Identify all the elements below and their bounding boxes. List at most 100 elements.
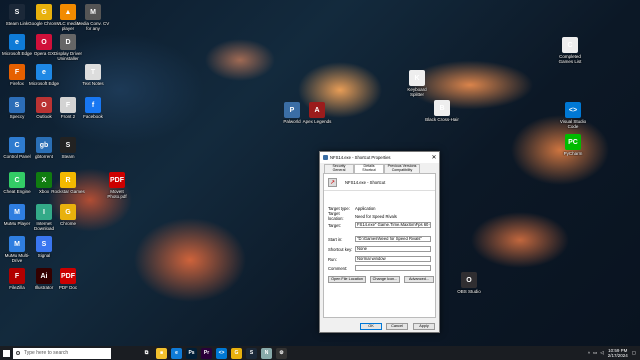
desktop-icon-label: Rockstar Games <box>51 189 85 194</box>
tab-row-top: Security General Details Shortcut Previous… <box>320 164 439 173</box>
comment-input[interactable] <box>355 265 431 271</box>
shortcut-key-input[interactable]: None <box>355 246 431 252</box>
start-in-input[interactable]: "D:\Games\Need for Speed Rivals" <box>355 236 431 242</box>
search-placeholder: Type here to search <box>24 350 69 356</box>
desktop-icon[interactable]: f Facebook <box>76 97 110 119</box>
advanced-button[interactable]: Advanced... <box>404 276 434 283</box>
desktop-icon[interactable]: B Black Cross-Hair <box>425 100 459 122</box>
desktop-icon-label: PyCharm <box>563 151 583 156</box>
desktop-icon-label: Apex Legends <box>302 119 332 124</box>
shortcut-icon <box>323 155 328 160</box>
desktop-icon[interactable]: PC PyCharm <box>556 134 590 156</box>
app-icon: F <box>9 64 25 80</box>
app-icon: P <box>284 102 300 118</box>
app-icon: R <box>60 172 76 188</box>
desktop-icon[interactable]: R Rockstar Games <box>51 172 85 194</box>
target-input[interactable]: FS14.exe" Game.Time.MaxSimFps 60 Game.Ti… <box>355 222 431 228</box>
desktop-icon[interactable]: D Display Driver Uninstaller <box>51 34 85 61</box>
notifications-icon[interactable]: ▢ <box>632 350 636 356</box>
app-icon: G <box>36 4 52 20</box>
nfs-app-icon: ↗ <box>328 178 337 187</box>
ok-button[interactable]: OK <box>360 323 382 330</box>
app-icon: <> <box>565 102 581 118</box>
edge-icon[interactable]: e <box>171 347 182 359</box>
run-select[interactable]: Normal window <box>355 256 431 262</box>
app-icon: S <box>60 137 76 153</box>
desktop-icon[interactable]: T Text Notes <box>76 64 110 86</box>
app-icon: C <box>562 37 578 53</box>
app-icon: F <box>60 97 76 113</box>
app-icon: f <box>85 97 101 113</box>
dialog-titlebar[interactable]: NFS14.exe - Shortcut Properties ✕ <box>320 152 439 163</box>
app-icon: I <box>36 204 52 220</box>
desktop-icon[interactable]: K Keyboard Splitter <box>400 70 434 97</box>
desktop-icon-label: Microsoft Edge <box>28 81 59 86</box>
desktop-icon-label: Text Notes <box>82 81 104 86</box>
desktop-icon[interactable]: M Media Conv. CV for any <box>76 4 110 31</box>
desktop-icon[interactable]: A Apex Legends <box>300 102 334 124</box>
app-icon: M <box>9 236 25 252</box>
app-icon: D <box>60 34 76 50</box>
desktop-icon[interactable]: S Signal <box>27 236 61 258</box>
desktop-icon[interactable]: S Steam <box>51 137 85 159</box>
desktop-icon[interactable]: G Chrome <box>51 204 85 226</box>
network-icon[interactable]: ▭ <box>593 350 597 356</box>
app-icon: ▲ <box>60 4 76 20</box>
desktop-icon[interactable]: <> Visual Studio Code <box>556 102 590 129</box>
app-icon: M <box>85 4 101 20</box>
app-icon: PDF <box>60 268 76 284</box>
clock[interactable]: 10:59 PM 2/17/2024 <box>608 348 628 358</box>
app-icon: e <box>36 64 52 80</box>
close-icon[interactable]: ✕ <box>429 152 439 163</box>
file-header: ↗ NFS14.exe - Shortcut <box>324 174 435 191</box>
shortcut-properties-dialog: NFS14.exe - Shortcut Properties ✕ Securi… <box>319 151 440 333</box>
desktop-icon[interactable]: PDF MoveIt Photo.pdf <box>100 172 134 199</box>
desktop-icon-label: Completed Games List <box>558 54 582 64</box>
desktop-icon-label: PDF Doc <box>58 285 78 290</box>
start-button[interactable] <box>0 346 12 360</box>
app-icon: O <box>36 34 52 50</box>
app-icon: G <box>60 204 76 220</box>
vscode-icon[interactable]: <> <box>216 347 227 359</box>
start-in-row: Start in: "D:\Games\Need for Speed Rival… <box>328 236 431 242</box>
tab-security[interactable]: Security General <box>324 164 354 173</box>
file-explorer-icon[interactable]: ■ <box>156 347 167 359</box>
photoshop-icon[interactable]: Ps <box>186 347 197 359</box>
desktop-icon-label: Facebook <box>83 114 103 119</box>
desktop-icon[interactable]: e Microsoft Edge <box>27 64 61 86</box>
clock-date: 2/17/2024 <box>607 353 628 358</box>
app-icon: A <box>309 102 325 118</box>
desktop-icon-label: Chrome <box>59 221 76 226</box>
notepad-icon[interactable]: N <box>261 347 272 359</box>
app-icon: F <box>9 268 25 284</box>
desktop-icon-label: Steam <box>61 154 75 159</box>
desktop-icon[interactable]: C Completed Games List <box>553 37 587 64</box>
app-icon: K <box>409 70 425 86</box>
steam-icon[interactable]: S <box>246 347 257 359</box>
taskbar-search[interactable]: Type here to search <box>13 347 111 359</box>
desktop-icon-label: Black Cross-Hair <box>425 117 459 122</box>
change-icon-button[interactable]: Change Icon... <box>370 276 400 283</box>
settings-icon[interactable]: ⚙ <box>276 347 287 359</box>
dialog-title: NFS14.exe - Shortcut Properties <box>330 155 391 160</box>
chrome-icon[interactable]: G <box>231 347 242 359</box>
apply-button[interactable]: Apply <box>413 323 435 330</box>
file-name: NFS14.exe - Shortcut <box>345 180 386 185</box>
desktop-icon[interactable]: O OBS Studio <box>452 272 486 294</box>
comment-row: Comment: <box>328 265 431 271</box>
chevron-up-icon[interactable]: ^ <box>588 351 590 356</box>
desktop-icon-label: MoveIt Photo.pdf <box>107 189 127 199</box>
tab-details[interactable]: Details Shortcut <box>354 164 384 173</box>
app-icon: X <box>36 172 52 188</box>
system-tray: ^ ▭ ◁ 10:59 PM 2/17/2024 ▢ <box>588 346 636 360</box>
desktop-icon[interactable]: PDF PDF Doc <box>51 268 85 290</box>
volume-icon[interactable]: ◁ <box>600 350 603 356</box>
desktop-icon-label: Media Conv. CV for any <box>76 21 110 31</box>
tab-previous-versions[interactable]: Previous Versions Compatibility <box>384 164 420 173</box>
desktop-icon-label: Visual Studio Code <box>559 119 587 129</box>
premiere-icon[interactable]: Pr <box>201 347 212 359</box>
cancel-button[interactable]: Cancel <box>386 323 408 330</box>
taskbar: Type here to search ⧉ ■ e Ps Pr <> G S N ⚙ ^ ▭ ◁ … <box>0 346 640 360</box>
open-file-location-button[interactable]: Open File Location <box>328 276 366 283</box>
task-view-icon[interactable]: ⧉ <box>141 347 152 359</box>
